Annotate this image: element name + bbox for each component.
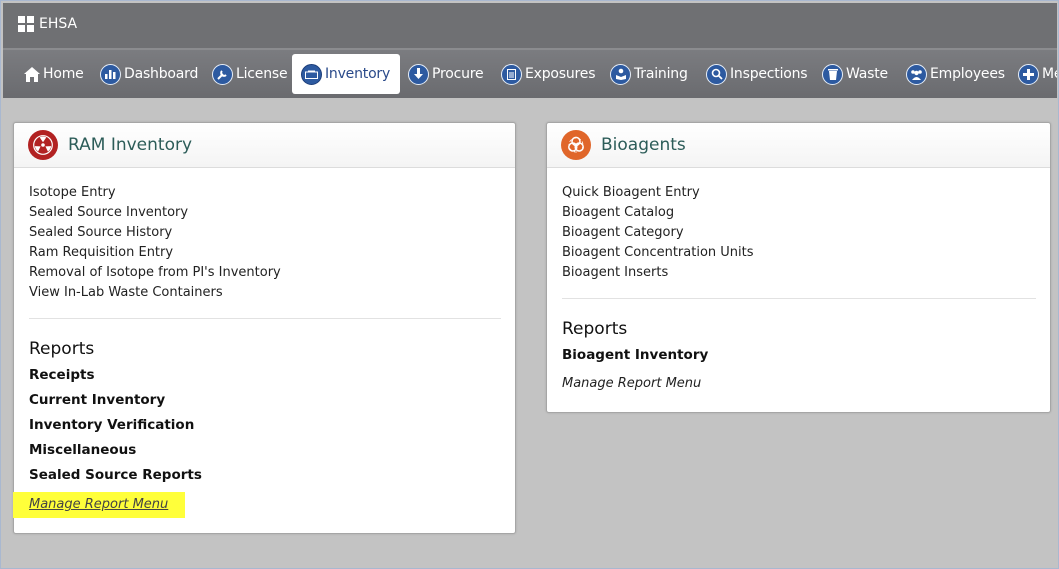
top-bar: EHSA xyxy=(3,3,1057,50)
report-current-inventory[interactable]: Current Inventory xyxy=(14,388,515,413)
link-isotope-entry[interactable]: Isotope Entry xyxy=(29,183,515,203)
nav-exposures[interactable]: Exposures xyxy=(501,54,596,94)
nav-procure[interactable]: Procure xyxy=(408,54,484,94)
bio-links: Quick Bioagent Entry Bioagent Catalog Bi… xyxy=(547,168,1050,283)
nav-dashboard[interactable]: Dashboard xyxy=(100,54,198,94)
link-view-in-lab-waste[interactable]: View In-Lab Waste Containers xyxy=(29,283,515,303)
nav-training[interactable]: Training xyxy=(610,54,688,94)
nav-label: Me xyxy=(1042,66,1057,82)
radiation-icon xyxy=(28,130,58,160)
nav-label: Procure xyxy=(432,66,484,82)
reports-heading: Reports xyxy=(29,339,95,359)
nav-label: Home xyxy=(43,66,84,82)
person-reading-icon xyxy=(610,63,631,85)
nav-label: License xyxy=(236,66,288,82)
trash-can-icon xyxy=(822,63,843,85)
nav-label: Employees xyxy=(930,66,1005,82)
link-bioagent-inserts[interactable]: Bioagent Inserts xyxy=(562,263,1050,283)
link-sealed-source-inventory[interactable]: Sealed Source Inventory xyxy=(29,203,515,223)
arrow-down-icon xyxy=(408,63,429,85)
brand[interactable]: EHSA xyxy=(18,16,77,32)
bar-chart-icon xyxy=(100,63,121,85)
nav-label: Inspections xyxy=(730,66,808,82)
apps-grid-icon xyxy=(18,16,34,32)
panel-title: Bioagents xyxy=(601,135,686,155)
bio-reports: Bioagent Inventory xyxy=(547,343,1050,368)
manage-report-wrap: Manage Report Menu xyxy=(547,372,1050,391)
manage-report-wrap: Manage Report Menu xyxy=(13,492,186,518)
home-icon xyxy=(23,65,41,83)
manage-report-menu-link[interactable]: Manage Report Menu xyxy=(562,376,701,391)
divider xyxy=(29,318,501,319)
nav-label: Inventory xyxy=(325,66,391,82)
nav-label: Dashboard xyxy=(124,66,199,82)
nav-label: Exposures xyxy=(525,66,596,82)
bioagents-panel: Bioagents Quick Bioagent Entry Bioagent … xyxy=(546,122,1051,413)
report-inventory-verification[interactable]: Inventory Verification xyxy=(14,413,515,438)
reports-heading: Reports xyxy=(562,319,628,339)
link-removal-of-isotope[interactable]: Removal of Isotope from PI's Inventory xyxy=(29,263,515,283)
main-nav: Home Dashboard License Inventory Procure… xyxy=(3,50,1057,98)
clipboard-icon xyxy=(501,63,522,85)
report-bioagent-inventory[interactable]: Bioagent Inventory xyxy=(547,343,1050,368)
nav-more[interactable]: Me xyxy=(1018,54,1057,94)
link-quick-bioagent-entry[interactable]: Quick Bioagent Entry xyxy=(562,183,1050,203)
report-receipts[interactable]: Receipts xyxy=(14,363,515,388)
link-ram-requisition-entry[interactable]: Ram Requisition Entry xyxy=(29,243,515,263)
nav-employees[interactable]: Employees xyxy=(906,54,1005,94)
report-miscellaneous[interactable]: Miscellaneous xyxy=(14,438,515,463)
nav-label: Training xyxy=(634,66,688,82)
app-title: EHSA xyxy=(39,16,78,32)
nav-home[interactable]: Home xyxy=(23,54,84,94)
manage-report-menu-link[interactable]: Manage Report Menu xyxy=(13,492,186,518)
link-bioagent-concentration-units[interactable]: Bioagent Concentration Units xyxy=(562,243,1050,263)
ram-reports: Receipts Current Inventory Inventory Ver… xyxy=(14,363,515,488)
report-sealed-source-reports[interactable]: Sealed Source Reports xyxy=(14,463,515,488)
divider xyxy=(562,298,1036,299)
link-bioagent-catalog[interactable]: Bioagent Catalog xyxy=(562,203,1050,223)
nav-license[interactable]: License xyxy=(212,54,288,94)
link-sealed-source-history[interactable]: Sealed Source History xyxy=(29,223,515,243)
link-bioagent-category[interactable]: Bioagent Category xyxy=(562,223,1050,243)
biohazard-icon xyxy=(561,130,591,160)
ram-inventory-panel: RAM Inventory Isotope Entry Sealed Sourc… xyxy=(13,122,516,534)
wrench-icon xyxy=(212,63,233,85)
plus-icon xyxy=(1018,63,1039,85)
magnifier-icon xyxy=(706,63,727,85)
nav-label: Waste xyxy=(846,66,888,82)
panel-header: RAM Inventory xyxy=(14,123,515,168)
panel-header: Bioagents xyxy=(547,123,1050,168)
ram-links: Isotope Entry Sealed Source Inventory Se… xyxy=(14,168,515,303)
panel-title: RAM Inventory xyxy=(68,135,193,155)
nav-inventory[interactable]: Inventory xyxy=(292,54,401,94)
nav-inspections[interactable]: Inspections xyxy=(706,54,808,94)
inventory-icon xyxy=(301,63,322,85)
group-icon xyxy=(906,63,927,85)
nav-waste[interactable]: Waste xyxy=(822,54,888,94)
